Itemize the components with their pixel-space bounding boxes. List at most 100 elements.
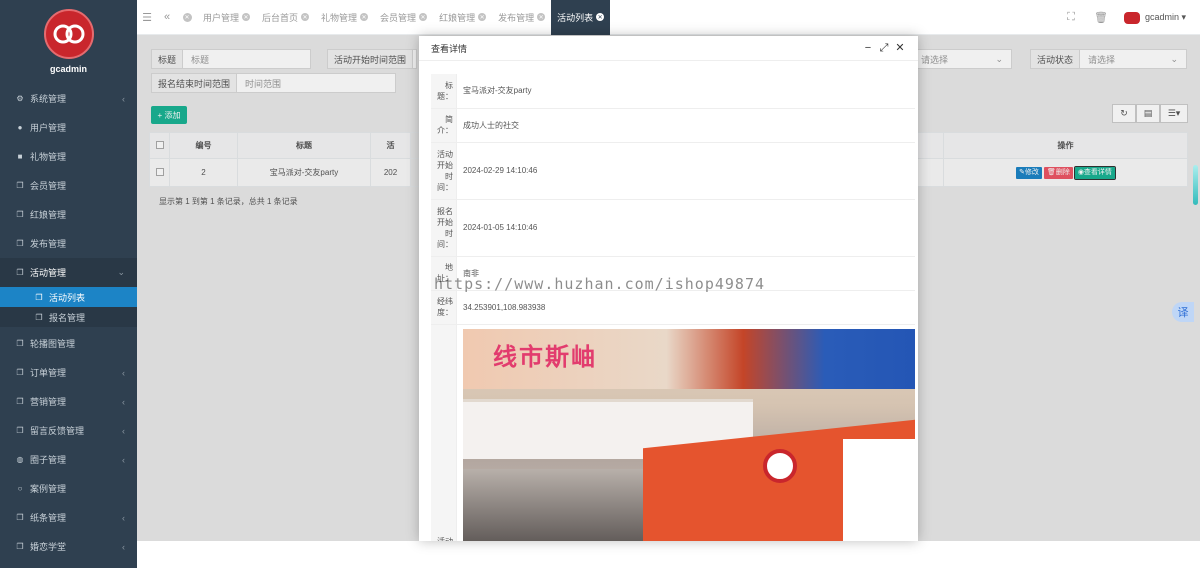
tab-matchmakers[interactable]: 红娘管理 ✕ <box>433 0 492 35</box>
sidebar-menu-lower: ❐ 轮播图管理 ❐ 订单管理 ‹ ❐ 营销管理 ‹ ❐ 留言反馈管理 ‹ ◍ 圈子管理 ‹ ○ 案例… <box>0 329 137 561</box>
sidebar-item-gifts[interactable]: ■ 礼物管理 <box>0 142 137 171</box>
sidebar-item-label: 会员管理 <box>30 181 67 191</box>
detail-key: 活动 开始 时 间： <box>431 142 457 200</box>
tab-label: 红娘管理 <box>439 12 476 23</box>
close-icon[interactable]: ✕ <box>892 42 908 54</box>
copy-icon: ❐ <box>16 268 24 277</box>
sidebar-item-members[interactable]: ❐ 会员管理 <box>0 171 137 200</box>
copy-icon: ❐ <box>16 426 24 435</box>
user-menu[interactable]: gcadmin ▾ <box>1116 11 1200 24</box>
detail-row: 活动 开始 时 间： 2024-02-29 14:10:46 <box>431 142 915 200</box>
copy-icon: ❐ <box>16 239 24 248</box>
scrollbar[interactable] <box>1193 165 1198 205</box>
close-tab-icon[interactable]: ✕ <box>177 0 197 35</box>
sidebar-item-label: 发布管理 <box>30 239 67 249</box>
footer-bar <box>137 541 1200 568</box>
user-avatar <box>1123 11 1140 24</box>
tab-label: 活动列表 <box>557 12 594 23</box>
close-icon[interactable]: ✕ <box>360 13 369 21</box>
fullscreen-icon[interactable]: ⛶ <box>1056 11 1086 24</box>
minimize-icon[interactable]: − <box>860 42 876 54</box>
sidebar-item-activities[interactable]: ❐ 活动管理 ⌄ <box>0 258 137 287</box>
close-icon[interactable]: ✕ <box>419 13 428 21</box>
sidebar-item-label: 留言反馈管理 <box>30 426 85 436</box>
sidebar-item-label: 报名管理 <box>49 312 86 323</box>
detail-key: 标 题： <box>431 74 457 109</box>
sidebar-item-label: 轮播图管理 <box>30 339 76 349</box>
tab-label: 发布管理 <box>498 12 535 23</box>
menu-toggle-icon[interactable]: ☰ <box>137 0 157 35</box>
tab-members[interactable]: 会员管理 ✕ <box>374 0 433 35</box>
photo-region <box>463 468 643 541</box>
photo-region <box>763 448 797 483</box>
topbar-right: ⛶ 🗑 gcadmin ▾ <box>1056 0 1200 35</box>
sidebar-item-label: 订单管理 <box>30 368 67 378</box>
detail-value: 2024-02-29 14:10:46 <box>456 142 915 200</box>
sidebar-subitem-signup[interactable]: ❐ 报名管理 <box>0 307 137 327</box>
sidebar-item-label: 活动管理 <box>30 268 67 278</box>
sidebar-item-matchmakers[interactable]: ❐ 红娘管理 <box>0 200 137 229</box>
sidebar-item-users[interactable]: ● 用户管理 <box>0 113 137 142</box>
detail-key: 简 介： <box>431 108 457 143</box>
tab-label: 用户管理 <box>203 12 240 23</box>
sidebar-item-label: 营销管理 <box>30 397 67 407</box>
photo-sign-text: 线市斯岫 <box>493 343 597 371</box>
tab-label: 礼物管理 <box>321 12 358 23</box>
tab-publish[interactable]: 发布管理 ✕ <box>492 0 551 35</box>
sidebar-subitem-activity-list[interactable]: ❐ 活动列表 <box>0 287 137 307</box>
close-icon[interactable]: ✕ <box>478 13 487 21</box>
sidebar-menu: ⚙ 系统管理 ‹ ● 用户管理 ■ 礼物管理 ❐ 会员管理 ❐ 红娘管理 ❐ 发布管理 ❐ 活动… <box>0 84 137 287</box>
chevron-left-icon: ‹ <box>122 396 125 407</box>
detail-row-image: 活动 线市斯岫 <box>431 324 915 541</box>
sidebar-item-orders[interactable]: ❐ 订单管理 ‹ <box>0 358 137 387</box>
tab-users[interactable]: 用户管理 ✕ <box>197 0 256 35</box>
copy-icon: ❐ <box>16 210 24 219</box>
sidebar-item-system[interactable]: ⚙ 系统管理 ‹ <box>0 84 137 113</box>
sidebar-item-carousel[interactable]: ❐ 轮播图管理 <box>0 329 137 358</box>
photo-region <box>843 438 915 541</box>
sidebar-item-label: 圈子管理 <box>30 455 67 465</box>
chevron-left-icon: ‹ <box>122 454 125 465</box>
trash-icon[interactable]: 🗑 <box>1086 11 1116 24</box>
close-icon[interactable]: ✕ <box>596 13 605 21</box>
sidebar-item-feedback[interactable]: ❐ 留言反馈管理 ‹ <box>0 416 137 445</box>
sidebar-item-marketing[interactable]: ❐ 营销管理 ‹ <box>0 387 137 416</box>
modal-title: 查看详情 <box>431 43 468 54</box>
gears-icon: ⚙ <box>16 94 24 103</box>
tab-activity-list[interactable]: 活动列表 ✕ <box>551 0 611 35</box>
chevron-left-icon: ‹ <box>122 512 125 523</box>
tab-label: 会员管理 <box>380 12 417 23</box>
copy-icon: ❐ <box>35 312 43 322</box>
close-icon[interactable]: ✕ <box>537 13 546 21</box>
close-icon[interactable]: ✕ <box>301 13 310 21</box>
tab-home[interactable]: 后台首页 ✕ <box>256 0 315 35</box>
globe-icon: ◍ <box>16 455 24 464</box>
sidebar-item-school[interactable]: ❐ 婚恋学堂 ‹ <box>0 532 137 561</box>
sidebar-item-label: 纸条管理 <box>30 513 67 523</box>
modal-header: 查看详情 <box>419 36 918 61</box>
copy-icon: ❐ <box>35 292 43 302</box>
chevron-left-icon: ‹ <box>122 425 125 436</box>
gift-icon: ■ <box>17 152 23 161</box>
tab-strip: 用户管理 ✕ 后台首页 ✕ 礼物管理 ✕ 会员管理 ✕ 红娘管理 ✕ 发布管理 ✕ 活动列表… <box>197 0 611 35</box>
sidebar-item-label: 活动列表 <box>49 292 86 303</box>
user-name: gcadmin ▾ <box>1144 12 1186 22</box>
detail-key: 活动 <box>431 324 457 541</box>
maximize-icon[interactable]: ⤢ <box>876 42 892 54</box>
sidebar-item-notes[interactable]: ❐ 纸条管理 ‹ <box>0 503 137 532</box>
activity-photo: 线市斯岫 <box>463 328 915 541</box>
detail-key: 报名 开始 时 间： <box>431 199 457 257</box>
sidebar-item-label: 婚恋学堂 <box>30 542 67 552</box>
tab-gifts[interactable]: 礼物管理 ✕ <box>315 0 374 35</box>
tabs-back-icon[interactable]: « <box>157 0 177 35</box>
copy-icon: ❐ <box>16 513 24 522</box>
sidebar-item-publish[interactable]: ❐ 发布管理 <box>0 229 137 258</box>
sidebar-item-label: 礼物管理 <box>30 152 67 162</box>
copy-icon: ❐ <box>16 339 24 348</box>
close-icon[interactable]: ✕ <box>242 13 251 21</box>
app-name: gcadmin <box>49 64 87 74</box>
sidebar-item-cases[interactable]: ○ 案例管理 <box>0 474 137 503</box>
translate-button[interactable]: 译 <box>1172 302 1194 322</box>
sidebar-item-circles[interactable]: ◍ 圈子管理 ‹ <box>0 445 137 474</box>
detail-row: 经纬 度： 34.253901,108.983938 <box>431 290 915 325</box>
